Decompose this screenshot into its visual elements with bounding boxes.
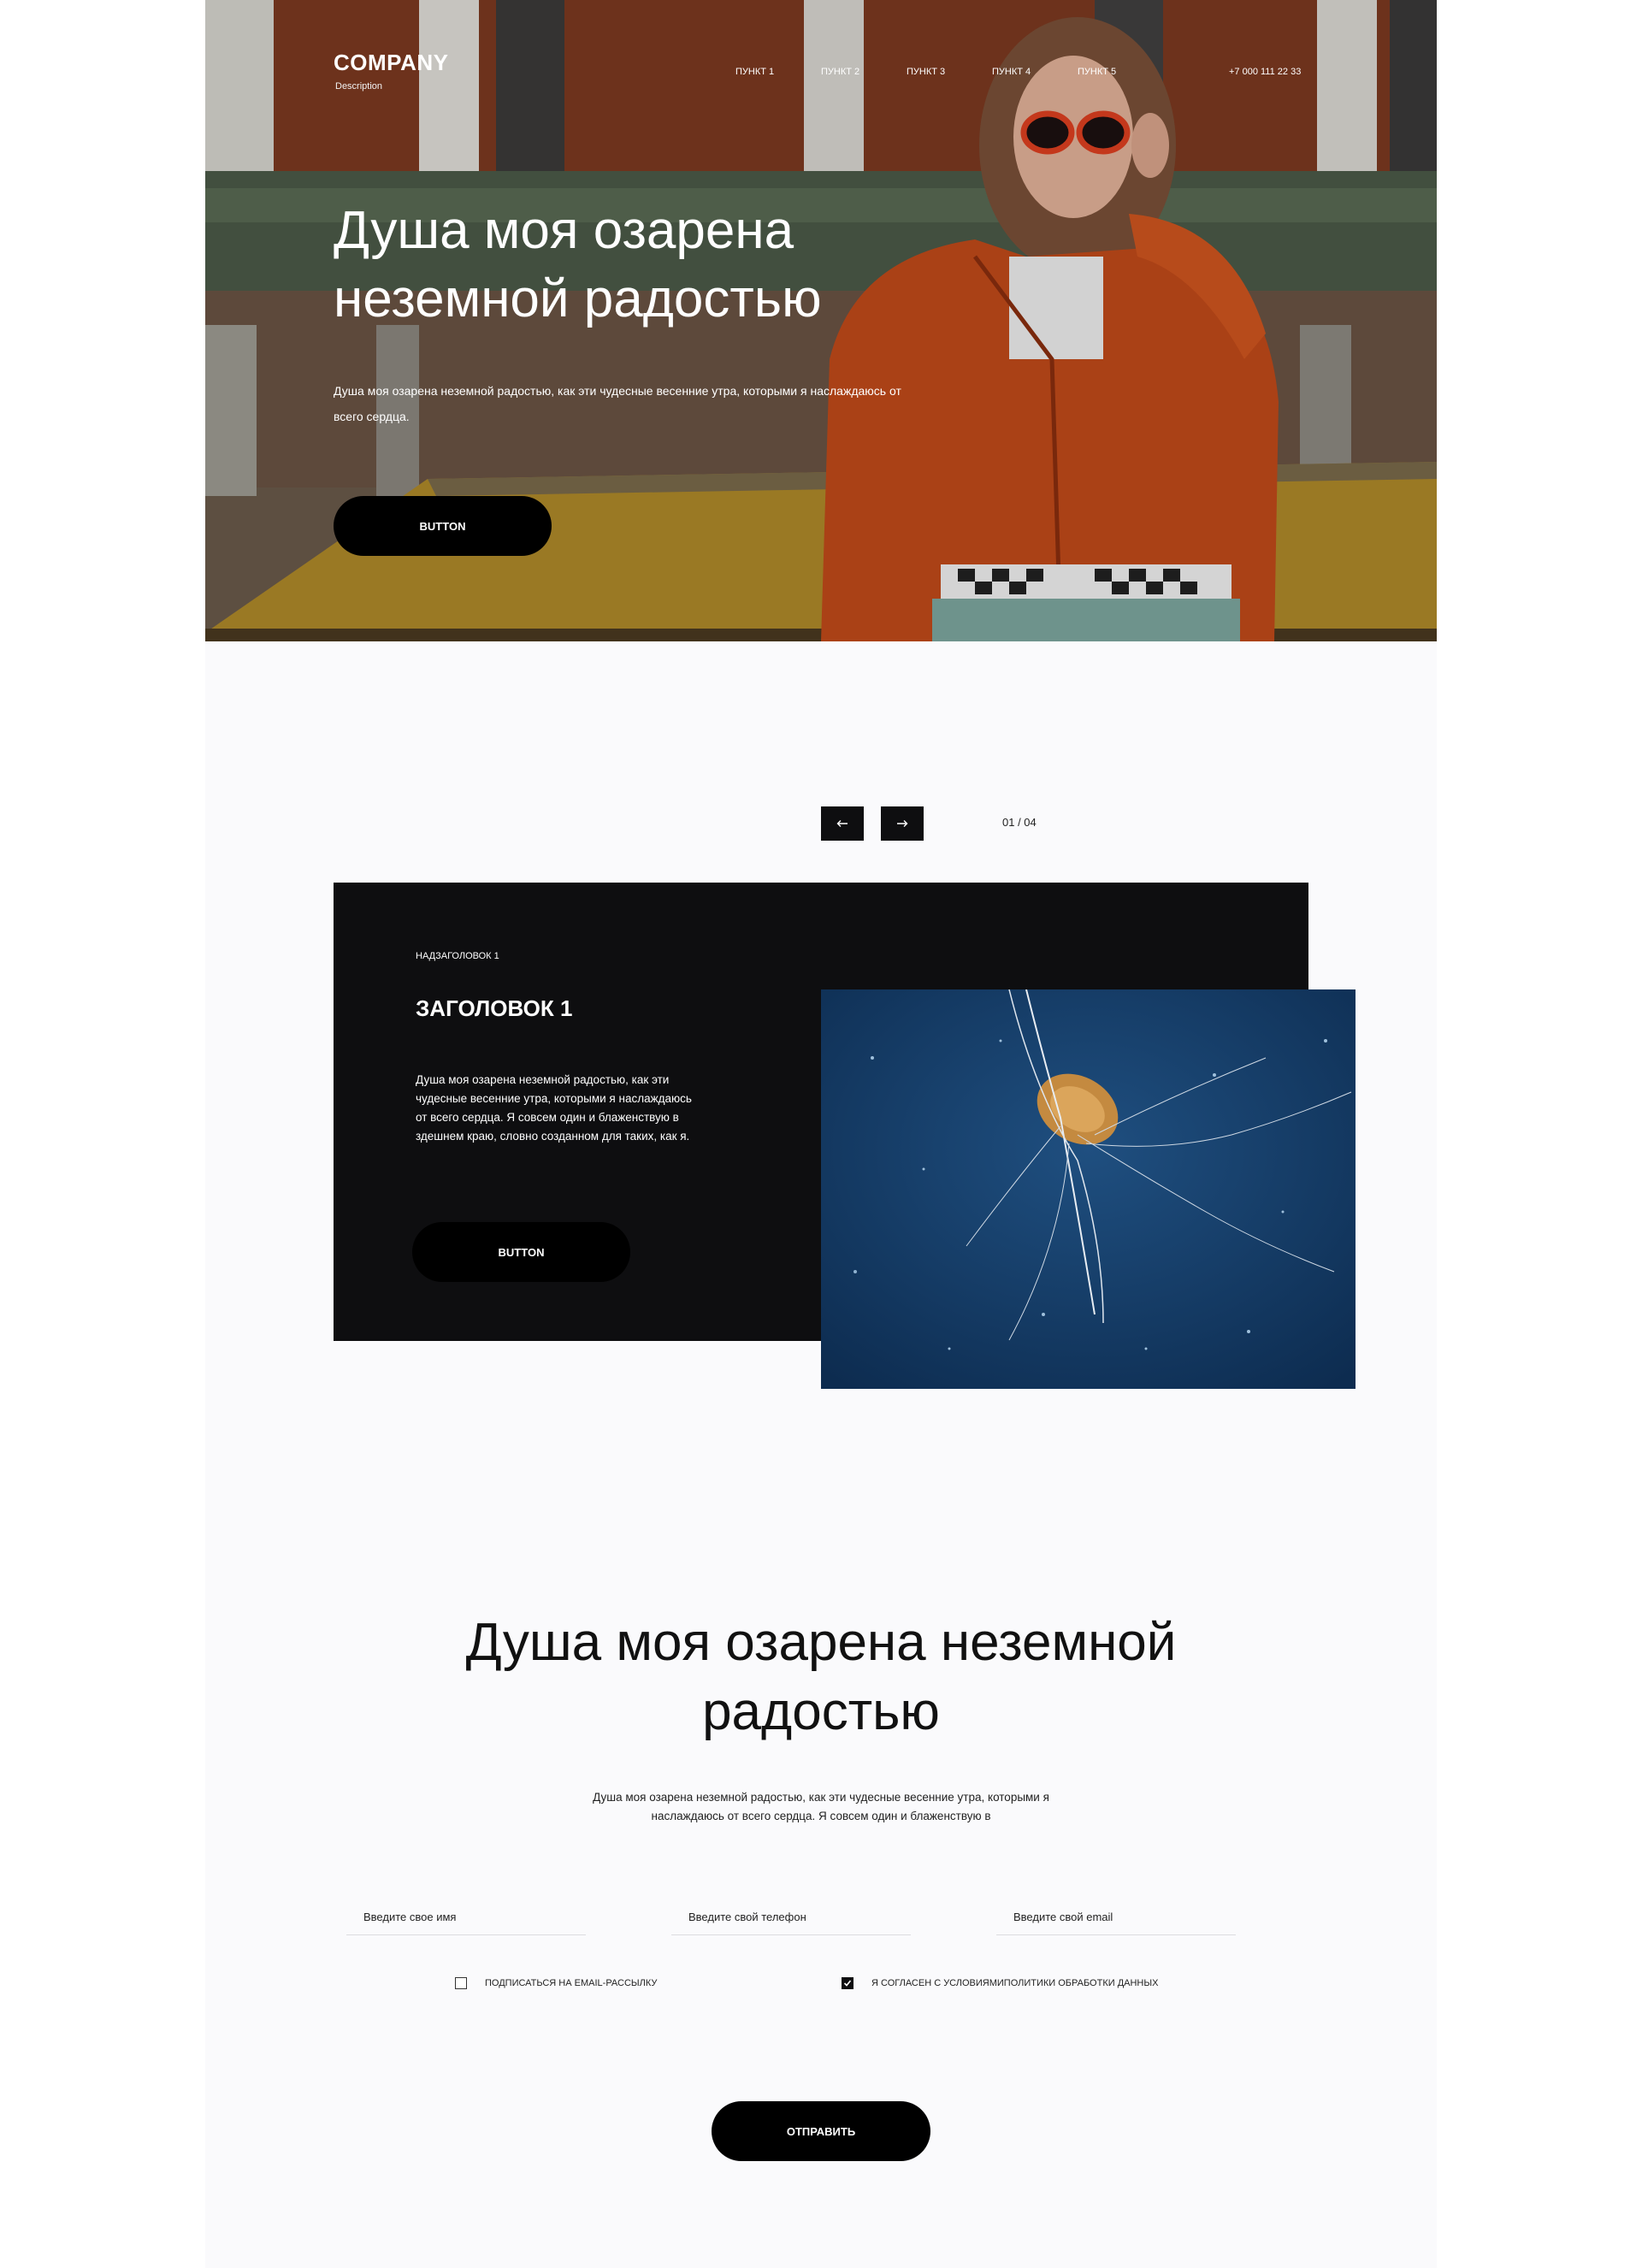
slider-prev-button[interactable] [821, 806, 864, 841]
hero-section: COMPANY Description ПУНКТ 1 ПУНКТ 2 ПУНК… [205, 0, 1437, 641]
hero-title: Душа моя озарена неземной радостью [334, 201, 822, 328]
agree-label: Я СОГЛАСЕН С УСЛОВИЯМИПОЛИТИКИ ОБРАБОТКИ… [871, 1978, 1159, 1988]
page: COMPANY Description ПУНКТ 1 ПУНКТ 2 ПУНК… [205, 0, 1437, 2268]
slider-next-button[interactable] [881, 806, 924, 841]
slider-counter: 01 / 04 [1002, 816, 1037, 829]
header-phone[interactable]: +7 000 111 22 33 [1229, 67, 1301, 77]
nav-item-2[interactable]: ПУНКТ 2 [821, 67, 907, 77]
nav-item-3[interactable]: ПУНКТ 3 [907, 67, 992, 77]
agree-checkbox-row[interactable]: Я СОГЛАСЕН С УСЛОВИЯМИПОЛИТИКИ ОБРАБОТКИ… [842, 1977, 1158, 1989]
card-text: Душа моя озарена неземной радостью, как … [416, 1073, 692, 1143]
main-nav: ПУНКТ 1 ПУНКТ 2 ПУНКТ 3 ПУНКТ 4 ПУНКТ 5 [735, 67, 1163, 77]
nav-item-4[interactable]: ПУНКТ 4 [992, 67, 1078, 77]
arrow-right-icon [897, 820, 908, 827]
phone-field[interactable] [671, 1899, 911, 1935]
subscribe-label: ПОДПИСАТЬСЯ НА EMAIL-РАССЫЛКУ [485, 1978, 658, 1988]
email-field[interactable] [996, 1899, 1236, 1935]
card-title: ЗАГОЛОВОК 1 [416, 995, 573, 1021]
hero-button[interactable]: BUTTON [334, 496, 552, 556]
arrow-left-icon [836, 820, 848, 827]
subscribe-checkbox-row[interactable]: ПОДПИСАТЬСЯ НА EMAIL-РАССЫЛКУ [455, 1977, 657, 1989]
form-title: Душа моя озарена неземной радостью [465, 1613, 1177, 1741]
company-logo[interactable]: COMPANY [334, 50, 448, 76]
form-text: Душа моя озарена неземной радостью, как … [593, 1791, 1049, 1822]
hero-text: Душа моя озарена неземной радостью, как … [334, 384, 901, 423]
checkmark-icon [843, 1980, 852, 1987]
company-description: Description [335, 81, 383, 92]
hero-content: COMPANY Description ПУНКТ 1 ПУНКТ 2 ПУНК… [205, 0, 1437, 641]
card-eyebrow: НАДЗАГОЛОВОК 1 [416, 951, 499, 961]
agree-checkbox[interactable] [842, 1977, 853, 1989]
nav-item-5[interactable]: ПУНКТ 5 [1078, 67, 1163, 77]
slider-controls [821, 806, 924, 841]
card-button[interactable]: BUTTON [412, 1222, 630, 1282]
nav-item-1[interactable]: ПУНКТ 1 [735, 67, 821, 77]
subscribe-checkbox[interactable] [455, 1977, 467, 1989]
submit-button[interactable]: ОТПРАВИТЬ [712, 2101, 930, 2161]
name-field[interactable] [346, 1899, 586, 1935]
card-jellyfish-image [821, 989, 1356, 1389]
